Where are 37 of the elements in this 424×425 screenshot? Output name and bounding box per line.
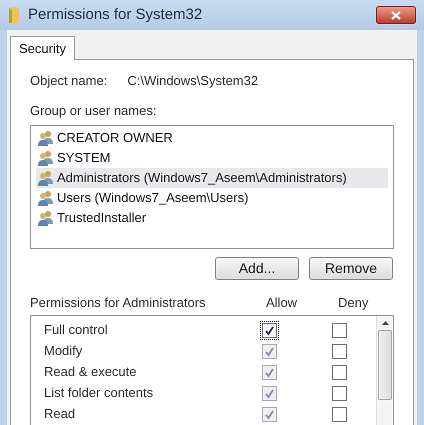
dialog-button[interactable]: Remove	[309, 256, 393, 280]
permission-name: Full control	[44, 321, 109, 340]
checkbox[interactable]	[332, 364, 347, 380]
scroll-thumb[interactable]	[378, 330, 392, 400]
group-list-label: Group or user names:	[30, 102, 158, 120]
permission-name: Modify	[44, 342, 84, 360]
permission-name: List folder contents	[44, 384, 154, 402]
object-name-value: C:\Windows\System32	[127, 72, 258, 90]
users-icon	[37, 170, 55, 186]
users-icon	[37, 150, 55, 166]
users-icon	[37, 210, 55, 226]
column-header: Allow	[266, 294, 298, 312]
scroll-up-icon	[382, 320, 388, 324]
users-icon	[37, 190, 55, 206]
users-icon	[37, 130, 55, 146]
window-title: Permissions for System32	[28, 4, 202, 25]
checkbox[interactable]	[332, 344, 347, 358]
tab[interactable]: Security	[10, 36, 75, 60]
folder-icon	[8, 6, 20, 24]
group-item[interactable]: Administrators (Windows7_Aseem\Administrators)	[36, 168, 388, 188]
permission-name: Read & execute	[44, 363, 138, 382]
close-icon	[391, 10, 401, 20]
object-name-label: Object name:	[30, 72, 108, 90]
group-item[interactable]: SYSTEM	[36, 148, 388, 168]
permission-name: Read	[44, 405, 76, 424]
close-button[interactable]	[376, 6, 416, 24]
dialog-button[interactable]: Add...	[215, 256, 299, 280]
group-item[interactable]: TrustedInstaller	[36, 208, 388, 228]
checkbox[interactable]	[262, 322, 277, 338]
scrollbar[interactable]	[376, 316, 393, 424]
column-header: Deny	[338, 294, 368, 312]
permissions-label: Permissions for Administrators	[30, 294, 207, 312]
checkbox[interactable]	[332, 386, 347, 400]
group-item[interactable]: CREATOR OWNER	[36, 128, 388, 148]
checkbox[interactable]	[332, 406, 347, 422]
checkbox[interactable]	[332, 322, 347, 338]
group-item[interactable]: Users (Windows7_Aseem\Users)	[36, 188, 388, 208]
